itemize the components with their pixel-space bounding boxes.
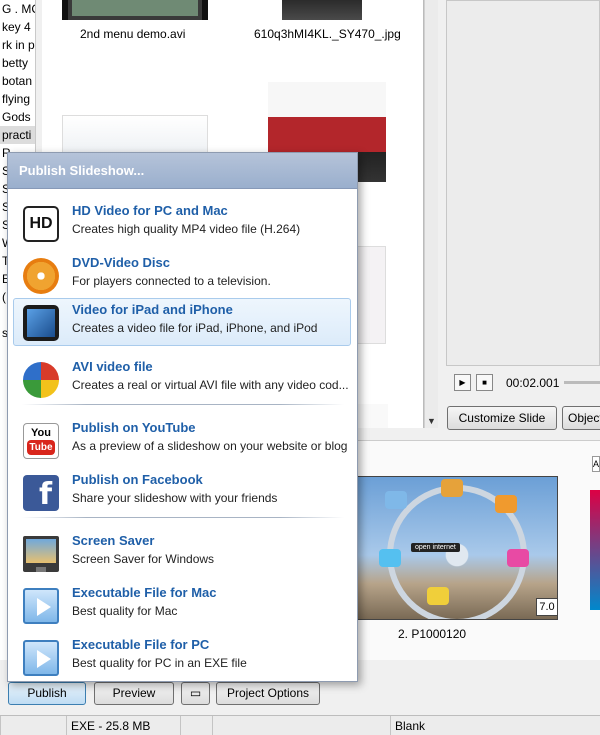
gondola: [385, 491, 407, 509]
tree-item[interactable]: Gods: [0, 108, 35, 126]
bottom-toolbar: Publish Preview ▭ Project Options: [0, 680, 600, 710]
option-description: Best quality for PC in an EXE file: [72, 656, 247, 670]
option-description: Creates a real or virtual AVI file with …: [72, 378, 349, 392]
option-description: Creates high quality MP4 video file (H.2…: [72, 222, 301, 236]
option-title: Executable File for Mac: [72, 585, 217, 600]
publish-hd-video-option[interactable]: HD HD Video for PC and Mac Creates high …: [13, 199, 351, 247]
option-title: Publish on Facebook: [72, 472, 203, 487]
project-options-button[interactable]: Project Options: [216, 682, 320, 705]
publish-exe-mac-option[interactable]: Executable File for Mac Best quality for…: [13, 581, 351, 629]
browser-scrollbar[interactable]: ▼: [424, 0, 438, 428]
option-title: Executable File for PC: [72, 637, 210, 652]
publish-menu-title: Publish Slideshow...: [8, 153, 357, 189]
tree-item[interactable]: betty: [0, 54, 35, 72]
status-cell: [212, 716, 390, 735]
publish-dvd-option[interactable]: DVD-Video Disc For players connected to …: [13, 251, 351, 299]
next-slide-thumbnail[interactable]: [590, 490, 600, 610]
slide-duration-badge[interactable]: 7.0: [536, 598, 558, 616]
option-title: AVI video file: [72, 359, 153, 374]
fullscreen-icon[interactable]: ▭: [181, 682, 210, 705]
tree-item-selected[interactable]: practi: [0, 126, 35, 144]
objects-button[interactable]: Object: [562, 406, 600, 430]
menu-separator: [22, 517, 344, 518]
dvd-icon: [23, 258, 59, 294]
youtube-icon: You Tube: [23, 423, 59, 459]
customize-slide-button[interactable]: Customize Slide: [447, 406, 557, 430]
tree-item[interactable]: key 4: [0, 18, 35, 36]
avi-film-icon: [23, 362, 59, 398]
publish-youtube-option[interactable]: You Tube Publish on YouTube As a preview…: [13, 416, 351, 464]
menu-separator: [22, 404, 344, 405]
option-description: For players connected to a television.: [72, 274, 271, 288]
file-caption: 2nd menu demo.avi: [80, 27, 186, 41]
facebook-icon: f: [23, 475, 59, 512]
gondola: [495, 495, 517, 513]
option-description: As a preview of a slideshow on your webs…: [72, 439, 348, 453]
status-bar: EXE - 25.8 MB Blank: [0, 715, 600, 735]
option-description: Best quality for Mac: [72, 604, 178, 618]
file-caption: 610q3hMI4KL._SY470_.jpg: [254, 27, 401, 41]
status-cell: [0, 716, 66, 735]
seek-bar[interactable]: [564, 381, 600, 384]
output-size: EXE - 25.8 MB: [66, 716, 180, 735]
playback-time: 00:02.001: [506, 376, 560, 390]
slide-caption: 2. P1000120: [398, 627, 467, 641]
publish-screen-saver-option[interactable]: Screen Saver Screen Saver for Windows: [13, 529, 351, 577]
slide-preview: [446, 0, 600, 366]
publish-avi-option[interactable]: AVI video file Creates a real or virtual…: [13, 355, 351, 403]
gondola: [507, 549, 529, 567]
option-title: Video for iPad and iPhone: [72, 302, 233, 317]
gondola: [441, 479, 463, 497]
publish-ipad-iphone-option[interactable]: Video for iPad and iPhone Creates a vide…: [13, 298, 351, 346]
timeline-side-tab[interactable]: A: [592, 456, 600, 472]
option-title: DVD-Video Disc: [72, 255, 171, 270]
player-controls: ▶ ■ 00:02.001: [446, 368, 600, 398]
preview-button[interactable]: Preview: [94, 682, 174, 705]
publish-exe-pc-option[interactable]: Executable File for PC Best quality for …: [13, 633, 351, 681]
photo-overlay-text: open internet: [411, 543, 460, 552]
option-description: Share your slideshow with your friends: [72, 491, 278, 505]
youtube-icon-text: Tube: [27, 440, 55, 455]
image-thumbnail[interactable]: [282, 0, 362, 20]
tree-item[interactable]: rk in p: [0, 36, 35, 54]
image-thumbnail[interactable]: [62, 115, 208, 155]
status-cell: [180, 716, 212, 735]
ipad-iphone-icon: [23, 305, 59, 341]
theme-name: Blank: [390, 716, 600, 735]
gondola: [379, 549, 401, 567]
exe-play-icon: [23, 588, 59, 624]
stop-icon[interactable]: ■: [476, 374, 493, 391]
slide-thumbnail[interactable]: open internet: [356, 476, 558, 620]
gondola: [427, 587, 449, 605]
publish-menu: Publish Slideshow... HD HD Video for PC …: [7, 152, 358, 682]
monitor-icon: [23, 536, 59, 572]
option-title: HD Video for PC and Mac: [72, 203, 228, 218]
tree-item[interactable]: G . MC: [0, 0, 35, 18]
tree-item[interactable]: flying: [0, 90, 35, 108]
option-description: Creates a video file for iPad, iPhone, a…: [72, 321, 318, 335]
image-thumbnail[interactable]: [358, 404, 388, 428]
publish-facebook-option[interactable]: f Publish on Facebook Share your slidesh…: [13, 468, 351, 516]
publish-button[interactable]: Publish: [8, 682, 86, 705]
option-title: Publish on YouTube: [72, 420, 196, 435]
youtube-icon-text: You: [31, 427, 51, 439]
exe-play-icon: [23, 640, 59, 676]
video-thumbnail[interactable]: [62, 0, 208, 20]
play-icon[interactable]: ▶: [454, 374, 471, 391]
tree-item[interactable]: botan: [0, 72, 35, 90]
option-description: Screen Saver for Windows: [72, 552, 215, 566]
option-title: Screen Saver: [72, 533, 155, 548]
scroll-down-arrow-icon[interactable]: ▼: [427, 416, 436, 426]
hd-icon: HD: [23, 206, 59, 242]
